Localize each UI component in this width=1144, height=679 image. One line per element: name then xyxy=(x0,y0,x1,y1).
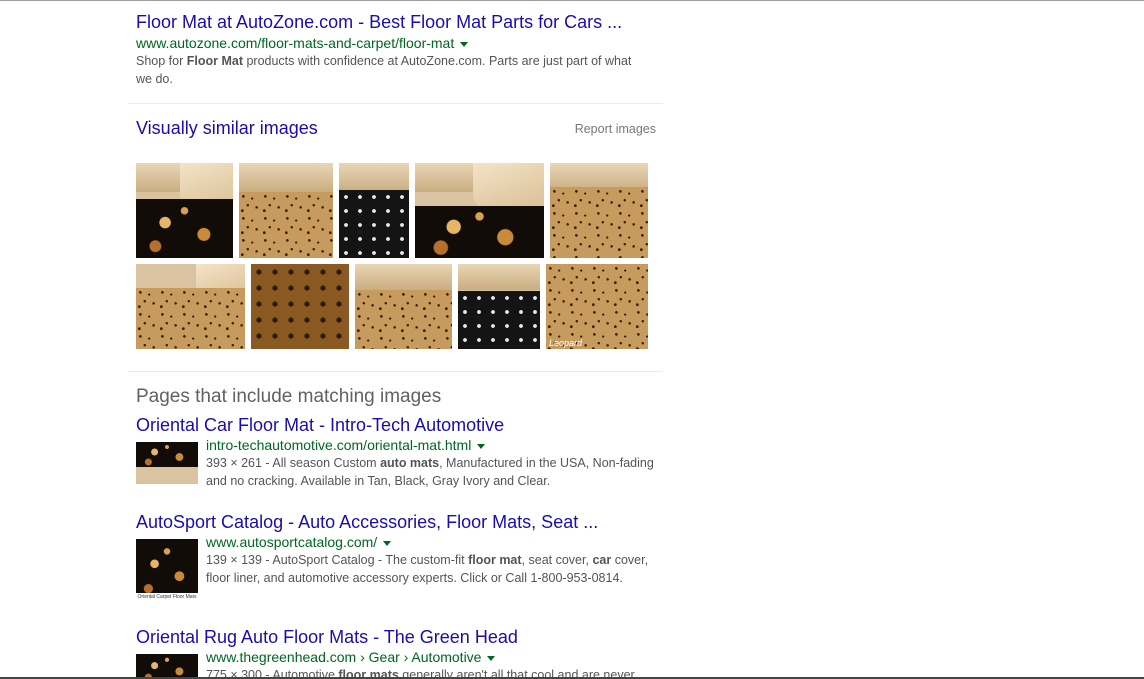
top-divider xyxy=(0,0,1144,1)
page-result-url: www.autosportcatalog.com/ xyxy=(206,534,378,550)
page-result-url: intro-techautomotive.com/oriental-mat.ht… xyxy=(206,437,472,453)
page-result-title-link[interactable]: Oriental Car Floor Mat - Intro-Tech Auto… xyxy=(136,414,504,436)
result-url: www.autozone.com/floor-mats-and-carpet/f… xyxy=(136,35,455,51)
page-result: Oriental Rug Auto Floor Mats - The Green… xyxy=(136,626,656,679)
similar-image-thumbnail[interactable] xyxy=(339,163,409,258)
visually-similar-header: Visually similar images Report images xyxy=(136,118,656,140)
search-result-autozone: Floor Mat at AutoZone.com - Best Floor M… xyxy=(136,11,636,88)
similar-image-thumbnail[interactable] xyxy=(239,163,333,258)
result-url-row: www.autozone.com/floor-mats-and-carpet/f… xyxy=(136,34,636,52)
visually-similar-link[interactable]: Visually similar images xyxy=(136,118,318,139)
page-result: Oriental Car Floor Mat - Intro-Tech Auto… xyxy=(136,414,656,494)
page-result-url-row: www.thegreenhead.com › Gear › Automotive xyxy=(206,648,656,666)
page-result-snippet: 393 × 261 - All season Custom auto mats,… xyxy=(206,456,654,488)
page-result-url-row: www.autosportcatalog.com/ xyxy=(206,533,656,551)
section-divider xyxy=(128,371,663,372)
pages-section-title: Pages that include matching images xyxy=(136,386,442,407)
result-title-link[interactable]: Floor Mat at AutoZone.com - Best Floor M… xyxy=(136,11,622,33)
similar-image-thumbnail[interactable] xyxy=(458,264,540,349)
similar-image-thumbnail[interactable] xyxy=(415,163,544,258)
page-result-thumbnail[interactable] xyxy=(136,654,198,679)
url-dropdown-arrow-icon[interactable] xyxy=(487,655,496,661)
page-result-title-link[interactable]: AutoSport Catalog - Auto Accessories, Fl… xyxy=(136,511,598,533)
similar-image-thumbnail[interactable] xyxy=(550,163,648,258)
result-snippet: Shop for Floor Mat products with confide… xyxy=(136,54,632,86)
similar-image-thumbnail[interactable] xyxy=(355,264,452,349)
url-dropdown-arrow-icon[interactable] xyxy=(477,443,486,449)
page-result-url-row: intro-techautomotive.com/oriental-mat.ht… xyxy=(206,436,656,454)
similar-image-thumbnail[interactable] xyxy=(136,264,245,349)
page-result-title-link[interactable]: Oriental Rug Auto Floor Mats - The Green… xyxy=(136,626,518,648)
page-result-thumbnail[interactable]: Oriental Carpet Floor Mats xyxy=(136,539,198,601)
similar-image-thumbnail[interactable] xyxy=(251,264,349,349)
similar-image-thumbnail[interactable]: Leopard xyxy=(546,264,648,349)
page-result-thumbnail[interactable] xyxy=(136,442,198,484)
report-images-link[interactable]: Report images xyxy=(575,122,656,136)
similar-image-thumbnail[interactable] xyxy=(136,163,233,258)
url-dropdown-arrow-icon[interactable] xyxy=(383,540,392,546)
section-divider xyxy=(128,103,663,104)
page-result-snippet: 139 × 139 - AutoSport Catalog - The cust… xyxy=(206,553,649,585)
page-result: AutoSport Catalog - Auto Accessories, Fl… xyxy=(136,511,656,611)
url-dropdown-arrow-icon[interactable] xyxy=(460,41,469,47)
image-watermark-text: Leopard xyxy=(549,338,583,348)
page-result-url: www.thegreenhead.com › Gear › Automotive xyxy=(206,649,482,665)
thumbnail-caption: Oriental Carpet Floor Mats xyxy=(136,593,198,601)
